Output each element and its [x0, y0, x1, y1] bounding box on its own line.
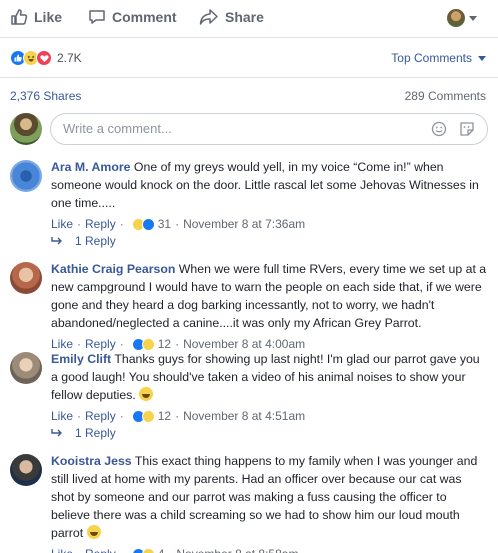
comment-timestamp[interactable]: November 8 at 4:51am [183, 407, 305, 425]
action-bar: Like Comment Share [0, 0, 498, 37]
reply-arrow-icon [51, 429, 62, 437]
comment-timestamp[interactable]: November 8 at 7:36am [183, 215, 305, 233]
replies-link[interactable]: 1 Reply [51, 426, 116, 440]
comment-author[interactable]: Emily Clift [51, 352, 111, 366]
separator: · [77, 217, 82, 231]
like-reaction-icon [141, 217, 155, 231]
comment-meta: Like · Reply · 4 · November 8 at 8:58am [51, 545, 488, 553]
comment-body: Emily Clift Thanks guys for showing up l… [51, 350, 488, 425]
shares-link[interactable]: 2,376 Shares [10, 89, 81, 103]
separator: · [120, 545, 124, 553]
comment-meta: Like · Reply · 12 · November 8 at 4:51am [51, 407, 488, 425]
laughing-emoji-icon [139, 387, 154, 401]
comment-reactions[interactable] [131, 547, 155, 553]
separator: · [168, 545, 172, 553]
comment-reactions[interactable] [131, 217, 155, 231]
comment-composer[interactable] [50, 113, 488, 145]
sort-label: Top Comments [391, 51, 472, 65]
share-button[interactable]: Share [199, 8, 264, 26]
comment-like-link[interactable]: Like [51, 407, 73, 425]
love-reaction-icon [36, 50, 52, 66]
comment-author[interactable]: Ara M. Amore [51, 160, 131, 174]
comment-reaction-count: 31 [157, 217, 172, 231]
comment-meta: Like · Reply · 31 · November 8 at 7:36am [51, 215, 488, 233]
comment-body: Kooistra Jess This exact thing happens t… [51, 452, 488, 553]
laughing-emoji-icon [86, 525, 101, 539]
comment-input[interactable] [63, 121, 423, 136]
comment-reply-link[interactable]: Reply [85, 545, 116, 553]
avatar [10, 160, 42, 192]
reaction-count: 2.7K [57, 51, 82, 65]
comment-timestamp[interactable]: November 8 at 8:58am [176, 545, 298, 553]
share-label: Share [225, 9, 264, 25]
replies-label: 1 Reply [75, 426, 116, 440]
reply-arrow-icon [51, 237, 62, 245]
thumbs-up-icon [11, 9, 28, 25]
haha-reaction-icon [141, 337, 155, 351]
separator: · [119, 409, 124, 423]
divider [0, 77, 498, 78]
comment-body: Ara M. Amore One of my greys would yell,… [51, 158, 488, 233]
comment-reply-link[interactable]: Reply [85, 407, 116, 425]
comment-reaction-count: 4 [158, 545, 165, 553]
sort-dropdown[interactable]: Top Comments [391, 51, 486, 65]
comment-reactions[interactable] [131, 337, 155, 351]
avatar [10, 262, 42, 294]
comment-reactions[interactable] [131, 409, 155, 423]
emoji-icon[interactable] [431, 121, 447, 142]
comment-content: Emily Clift Thanks guys for showing up l… [51, 350, 488, 404]
speech-bubble-icon [89, 10, 105, 24]
replies-label: 1 Reply [75, 234, 116, 248]
haha-reaction-icon [141, 547, 155, 553]
comment-like-link[interactable]: Like [51, 215, 73, 233]
facebook-post-comments: Like Comment Share 2.7K Top Comments 2,3… [0, 0, 498, 553]
avatar [10, 454, 42, 486]
haha-reaction-icon [141, 409, 155, 423]
comment-reaction-count: 12 [157, 409, 172, 423]
separator: · [175, 217, 180, 231]
avatar [10, 352, 42, 384]
comment-like-link[interactable]: Like [51, 545, 73, 553]
divider [0, 37, 498, 38]
reactions-summary[interactable]: 2.7K [10, 50, 82, 66]
replies-link[interactable]: 1 Reply [51, 234, 116, 248]
avatar [447, 9, 465, 27]
chevron-down-icon [478, 55, 486, 61]
comment-label: Comment [112, 9, 177, 25]
comment-content: Ara M. Amore One of my greys would yell,… [51, 158, 488, 212]
account-selector[interactable] [447, 9, 477, 27]
comments-count-link[interactable]: 289 Comments [405, 89, 486, 103]
sticker-icon[interactable] [459, 121, 475, 142]
comment-button[interactable]: Comment [88, 8, 177, 26]
separator: · [119, 217, 124, 231]
separator: · [175, 409, 180, 423]
chevron-down-icon [469, 15, 477, 21]
share-arrow-icon [199, 9, 218, 25]
comment-author[interactable]: Kathie Craig Pearson [51, 262, 175, 276]
comment-content: Kathie Craig Pearson When we were full t… [51, 260, 488, 332]
separator: · [77, 545, 81, 553]
comment-content: Kooistra Jess This exact thing happens t… [51, 452, 488, 542]
like-label: Like [34, 9, 63, 25]
comment-reply-link[interactable]: Reply [85, 215, 116, 233]
comment-text: Thanks guys for showing up last night! I… [51, 352, 480, 402]
comment-body: Kathie Craig Pearson When we were full t… [51, 260, 488, 353]
avatar [10, 113, 42, 145]
comment-author[interactable]: Kooistra Jess [51, 454, 132, 468]
like-button[interactable]: Like [10, 8, 62, 26]
separator: · [77, 409, 82, 423]
